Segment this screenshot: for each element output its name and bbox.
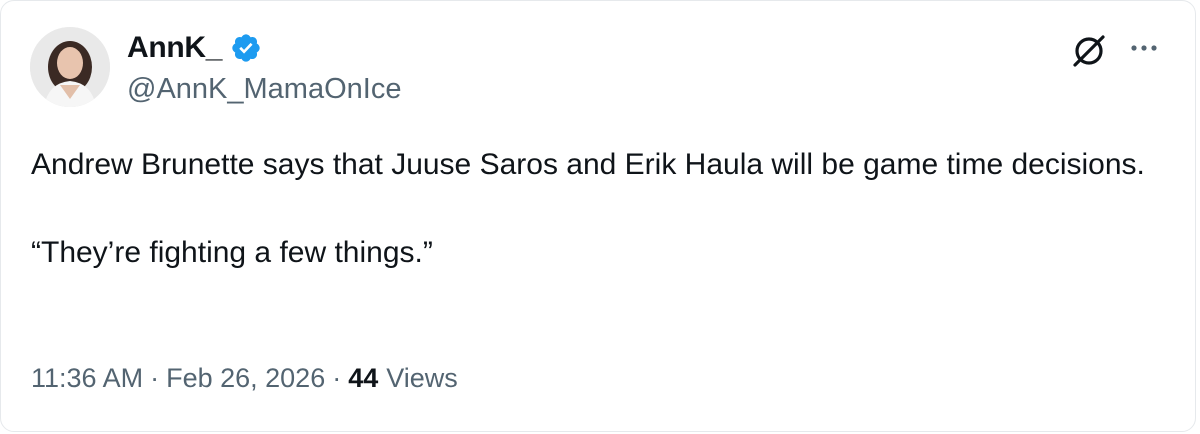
tweet-meta: 11:36 AM · Feb 26, 2026 · 44 Views [31,363,458,394]
more-horizontal-icon[interactable] [1127,31,1161,65]
grok-slash-circle-icon[interactable] [1069,31,1109,71]
views-count: 44 [348,363,379,393]
avatar-image [30,27,110,107]
author-handle[interactable]: @AnnK_MamaOnIce [127,73,401,106]
tweet-paragraph: Andrew Brunette says that Juuse Saros an… [31,148,1145,181]
meta-separator: · [332,363,342,393]
tweet-quote: “They’re fighting a few things.” [31,236,433,269]
verified-badge-icon[interactable] [230,32,262,64]
author-name-row[interactable]: AnnK_ [127,31,262,65]
author-display-name[interactable]: AnnK_ [127,31,222,65]
avatar[interactable] [30,27,110,107]
tweet-time[interactable]: 11:36 AM [31,363,143,394]
tweet-text: Andrew Brunette says that Juuse Saros an… [31,143,1171,275]
views-label: Views [386,363,458,393]
tweet-card: AnnK_ @AnnK_MamaOnIce Andrew Brunette sa… [0,0,1196,432]
tweet-date[interactable]: Feb 26, 2026 [166,363,325,394]
meta-separator: · [150,363,160,393]
